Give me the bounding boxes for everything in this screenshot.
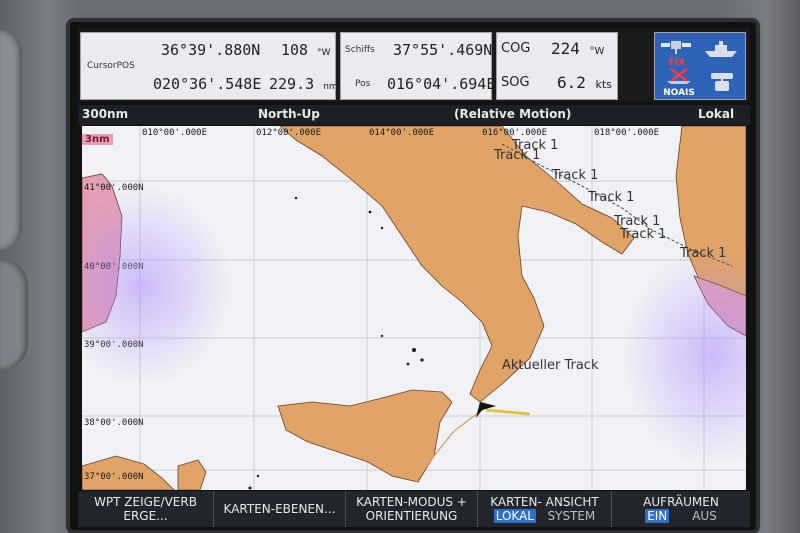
motion-label[interactable]: (Relative Motion) bbox=[454, 107, 571, 121]
track-label: Track 1 bbox=[494, 148, 541, 163]
sog-value: 6.2 kts bbox=[557, 73, 612, 92]
option-lokal[interactable]: LOKAL bbox=[493, 509, 536, 523]
track-label: Track 1 bbox=[680, 246, 727, 261]
range-label[interactable]: 300nm bbox=[82, 107, 128, 121]
softkey-bar: WPT ZEIGE/VERB ERGE... KARTEN-EBENEN... … bbox=[78, 491, 750, 527]
softkey-wpt[interactable]: WPT ZEIGE/VERB ERGE... bbox=[78, 491, 214, 527]
lat-label-40: 40°00'.000N bbox=[84, 262, 144, 272]
cursor-bearing: 108 °W bbox=[281, 41, 331, 59]
lon-label-018: 018°00'.000E bbox=[594, 128, 660, 138]
chart-canvas[interactable] bbox=[82, 126, 746, 490]
track-label: Track 1 bbox=[588, 190, 635, 205]
option-system[interactable]: SYSTEM bbox=[547, 509, 595, 523]
lon-label-014: 014°00'.000E bbox=[369, 128, 435, 138]
cog-sog-box[interactable]: COG 224 °W SOG 6.2 kts bbox=[496, 32, 618, 100]
current-track-label: Aktueller Track bbox=[502, 358, 599, 373]
softkey-declutter[interactable]: AUFRÄUMEN EIN AUS bbox=[612, 491, 750, 527]
lon-label-010: 010°00'.000E bbox=[142, 128, 208, 138]
lon-label-016: 016°00'.000E bbox=[482, 128, 548, 138]
status-icons-box[interactable]: FIX NOAIS bbox=[654, 32, 746, 100]
cursor-pos-label: CursorPOS bbox=[87, 61, 135, 71]
softkey-chart-mode[interactable]: KARTEN-MODUS + ORIENTIERUNG bbox=[346, 491, 478, 527]
softkey-chart-view[interactable]: KARTEN- ANSICHT LOKAL SYSTEM bbox=[478, 491, 612, 527]
cursor-lon: 020°36'.548E bbox=[153, 75, 262, 93]
cog-label: COG bbox=[501, 41, 531, 56]
mount-clip-lower bbox=[0, 260, 28, 370]
radar-unit-icon bbox=[705, 71, 739, 95]
noais-label: NOAIS bbox=[663, 88, 695, 98]
softkey-chart-layers[interactable]: KARTEN-EBENEN... bbox=[214, 491, 346, 527]
chart-map[interactable]: 3nm 41°00'.000N 40°00'.000N 39°00'.000N … bbox=[82, 126, 746, 490]
track-label: Track 1 bbox=[552, 168, 599, 183]
gps-fix-icon: FIX bbox=[659, 35, 695, 68]
ship-lat: 37°55'.469N bbox=[393, 41, 493, 59]
cog-value: 224 °W bbox=[551, 39, 605, 58]
ship-lon: 016°04'.694E bbox=[387, 75, 496, 93]
cursor-distance: 229.3 nm bbox=[269, 75, 338, 93]
chart-mode-label[interactable]: Lokal bbox=[698, 107, 734, 121]
orientation-label[interactable]: North-Up bbox=[258, 107, 320, 121]
lon-label-012: 012°00'.000E bbox=[256, 128, 322, 138]
lat-label-37: 37°00'.000N bbox=[84, 472, 144, 482]
cursor-lat: 36°39'.880N bbox=[161, 41, 261, 59]
chartplotter-screen: 36°39'.880N 108 °W CursorPOS 020°36'.548… bbox=[70, 22, 756, 530]
track-label: Track 1 bbox=[620, 227, 667, 242]
cursor-pos-box[interactable]: 36°39'.880N 108 °W CursorPOS 020°36'.548… bbox=[80, 32, 338, 100]
chart-header: 300nm North-Up (Relative Motion) Lokal bbox=[78, 105, 750, 125]
noais-icon: NOAIS bbox=[659, 67, 699, 98]
sog-label: SOG bbox=[501, 75, 530, 90]
lat-label-38: 38°00'.000N bbox=[84, 418, 144, 428]
mount-clip bbox=[0, 30, 22, 250]
ship-pos-label-bottom: Pos bbox=[355, 79, 371, 89]
scale-badge: 3nm bbox=[82, 134, 113, 145]
lat-label-41: 41°00'.000N bbox=[84, 183, 144, 193]
satellite-icon bbox=[661, 41, 691, 54]
ship-pos-label-top: Schiffs bbox=[345, 45, 375, 55]
boat-icon bbox=[701, 39, 741, 63]
ship-pos-box[interactable]: Schiffs 37°55'.469N Pos 016°04'.694E bbox=[340, 32, 496, 100]
lat-label-39: 39°00'.000N bbox=[84, 340, 144, 350]
option-ein[interactable]: EIN bbox=[645, 509, 670, 523]
option-aus[interactable]: AUS bbox=[692, 509, 717, 523]
data-bar: 36°39'.880N 108 °W CursorPOS 020°36'.548… bbox=[78, 28, 750, 102]
ais-cross-icon bbox=[667, 68, 691, 84]
